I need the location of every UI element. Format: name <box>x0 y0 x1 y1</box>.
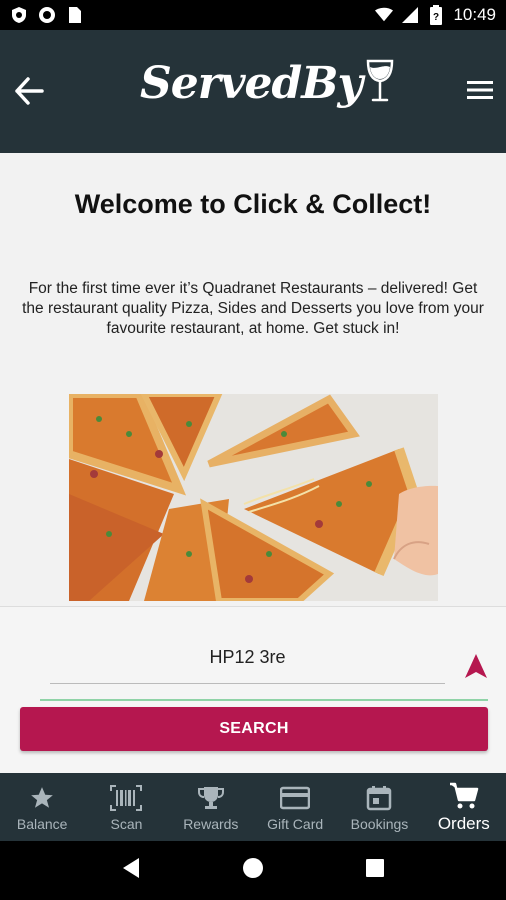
credit-card-icon <box>280 783 311 813</box>
welcome-description: For the first time ever it’s Quadranet R… <box>22 280 484 337</box>
wine-glass-icon <box>366 59 394 101</box>
postcode-input[interactable]: HP12 3re <box>50 647 445 668</box>
pizza-image <box>69 394 438 601</box>
nav-label: Orders <box>437 813 490 833</box>
nav-label: Balance <box>16 815 68 832</box>
signal-icon <box>401 6 419 24</box>
logo-text: ServedBy <box>140 58 363 109</box>
record-icon <box>38 6 56 24</box>
star-icon <box>29 783 55 813</box>
back-button[interactable] <box>12 74 46 108</box>
servedby-logo: ServedBy <box>140 58 396 109</box>
locate-button[interactable] <box>461 651 491 681</box>
nav-label: Scan <box>110 815 143 832</box>
status-bar: ? 10:49 <box>0 0 506 30</box>
postcode-underline <box>50 683 445 684</box>
nav-item-orders[interactable]: Orders <box>422 773 506 841</box>
battery-icon: ? <box>427 5 445 25</box>
nav-item-scan[interactable]: Scan <box>84 773 168 841</box>
main-content: Welcome to Click & Collect! For the firs… <box>0 153 506 773</box>
search-button[interactable]: SEARCH <box>20 707 488 751</box>
svg-text:?: ? <box>433 12 439 23</box>
trophy-icon <box>197 783 225 813</box>
page-title: Welcome to Click & Collect! <box>74 189 432 219</box>
navigation-arrow-icon <box>465 654 487 678</box>
status-time: 10:49 <box>453 5 496 24</box>
nav-item-bookings[interactable]: Bookings <box>337 773 421 841</box>
arrow-left-icon <box>15 77 44 105</box>
divider-line <box>40 699 488 701</box>
nav-label: Gift Card <box>267 815 324 832</box>
shield-icon <box>10 6 28 24</box>
calendar-icon <box>366 783 392 813</box>
app-header: ServedBy <box>0 30 506 153</box>
nav-item-balance[interactable]: Balance <box>0 773 84 841</box>
nav-label: Rewards <box>183 815 239 832</box>
cart-icon <box>449 781 479 811</box>
wifi-icon <box>375 6 394 24</box>
search-panel: HP12 3re SEARCH <box>0 606 506 773</box>
back-triangle-icon[interactable] <box>121 857 141 884</box>
android-nav-bar <box>0 841 506 900</box>
barcode-icon <box>110 783 143 813</box>
hamburger-menu-icon <box>467 81 493 99</box>
nav-item-rewards[interactable]: Rewards <box>169 773 253 841</box>
home-circle-icon[interactable] <box>242 857 264 884</box>
sim-card-icon <box>66 6 84 24</box>
nav-item-gift-card[interactable]: Gift Card <box>253 773 337 841</box>
nav-label: Bookings <box>350 815 409 832</box>
bottom-nav: Balance Scan Rewards Gift Card Bookings … <box>0 773 506 841</box>
menu-button[interactable] <box>466 76 494 104</box>
recents-square-icon[interactable] <box>365 858 385 883</box>
